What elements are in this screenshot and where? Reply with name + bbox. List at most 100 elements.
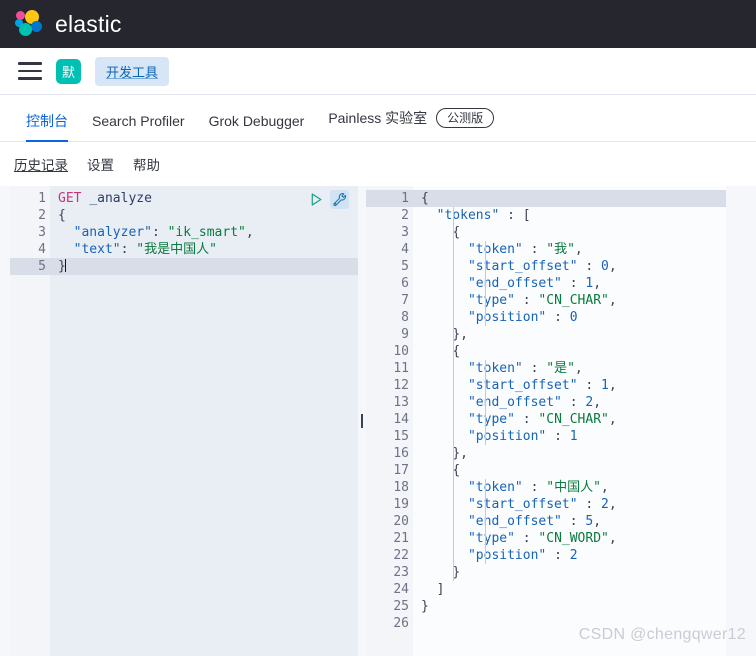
code-token: "position" [467,429,547,444]
code-line[interactable]: "end_offset" : 5, [413,513,726,530]
code-line[interactable]: "token" : "中国人", [413,479,726,496]
code-line[interactable]: { [413,462,726,479]
code-token: , [608,531,617,546]
code-line[interactable]: { [413,224,726,241]
code-line[interactable]: { [413,190,726,207]
code-token: [ [522,208,531,223]
code-token: , [608,412,617,427]
code-line[interactable]: { [413,343,726,360]
code-token: 1 [569,429,578,444]
tab-3[interactable]: Grok Debugger [197,114,317,141]
indent-guide [485,241,486,326]
code-token: "end_offset" [467,395,562,410]
line-number: 14 [393,412,409,427]
line-number: 5 [401,259,409,274]
code-line[interactable]: "start_offset" : 1, [413,377,726,394]
code-token: : [546,310,570,325]
tab-label: Grok Debugger [208,113,305,129]
code-token: _analyze [89,191,152,206]
code-line[interactable]: "end_offset" : 1, [413,275,726,292]
breadcrumb-dev-tools[interactable]: 开发工具 [95,56,170,86]
code-line[interactable]: }, [413,445,726,462]
line-number: 20 [393,514,409,529]
console-link-3[interactable]: 帮助 [133,154,160,174]
code-line[interactable]: "type" : "CN_CHAR", [413,292,726,309]
request-code-area[interactable]: GET _analyze { "analyzer": "ik_smart", "t… [50,186,358,656]
code-token: "我是中国人" [136,242,217,257]
code-line[interactable]: "start_offset" : 2, [413,496,726,513]
code-token: , [460,327,468,342]
console-link-2[interactable]: 设置 [87,154,114,174]
response-code-area[interactable]: { "tokens" : [ { "token" : "我", "start_o… [413,186,726,656]
code-token: : [120,242,137,257]
code-line[interactable]: "position" : 1 [413,428,726,445]
line-number: 7 [401,293,409,308]
code-line[interactable]: "position" : 0 [413,309,726,326]
line-number: 15 [393,429,409,444]
response-editor[interactable]: 1▾2▾3▾456789▴10▾111213141516▴17▾18192021… [366,186,726,656]
line-number: 3▾ [366,224,423,241]
code-line[interactable]: "token" : "是", [413,360,726,377]
code-token: : [522,361,547,376]
code-token: : [514,293,539,308]
code-line[interactable]: }, [413,326,726,343]
code-token: : [561,276,586,291]
code-token: , [593,276,602,291]
code-line[interactable]: "token" : "我", [413,241,726,258]
code-token: : [546,429,570,444]
code-token: : [577,497,602,512]
code-line[interactable]: "start_offset" : 0, [413,258,726,275]
space-avatar[interactable]: 默 [56,58,81,84]
code-line[interactable]: } [50,258,358,275]
code-token: , [574,242,583,257]
code-line[interactable]: { [50,207,358,224]
code-token: , [574,361,583,376]
line-number: 5▴ [10,258,60,275]
code-line[interactable]: "analyzer": "ik_smart", [50,224,358,241]
code-token: "token" [467,242,523,257]
code-line[interactable]: "type" : "CN_WORD", [413,530,726,547]
code-line[interactable]: "end_offset" : 2, [413,394,726,411]
code-token: 2 [601,497,609,512]
code-line[interactable]: "type" : "CN_CHAR", [413,411,726,428]
request-editor[interactable]: 12▾3 45▴ GET _analyze { "analyzer": "ik_sm… [10,186,358,656]
code-line[interactable]: ] [413,581,726,598]
code-token: , [593,514,602,529]
code-token: , [460,446,468,461]
dev-tools-tab-strip: 控制台 Search Profiler Grok Debugger Painless … [0,95,756,142]
code-line[interactable]: "position" : 2 [413,547,726,564]
tab-4[interactable]: Painless 实验室 公测版 [316,108,506,141]
code-token: "text" [73,242,121,257]
code-line[interactable]: } [413,598,726,615]
tab-2[interactable]: Search Profiler [80,114,197,141]
line-number: 8 [401,310,409,325]
wrench-icon[interactable] [330,190,349,209]
tab-1[interactable]: 控制台 [14,114,80,142]
code-token: "ik_smart" [167,225,246,240]
console-link-1[interactable]: 历史记录 [14,154,68,174]
code-token: GET [58,191,90,206]
code-line[interactable]: "tokens" : [ [413,207,726,224]
hamburger-icon[interactable] [18,62,42,80]
play-triangle-icon[interactable] [309,192,324,207]
line-number: 23▴ [366,564,423,581]
code-token: : [546,548,570,563]
line-number: 17▾ [366,462,423,479]
code-token: "type" [467,412,515,427]
console-action-links: 历史记录 设置 帮助 [0,142,756,186]
code-line[interactable]: } [413,564,726,581]
line-number: 2▾ [10,207,60,224]
request-gutter: 12▾3 45▴ [10,186,60,656]
code-line[interactable]: "text": "我是中国人" [50,241,358,258]
line-number: 18 [393,480,409,495]
line-number: 9▴ [366,326,423,343]
code-token: , [245,225,254,240]
beta-badge: 公测版 [436,108,495,128]
